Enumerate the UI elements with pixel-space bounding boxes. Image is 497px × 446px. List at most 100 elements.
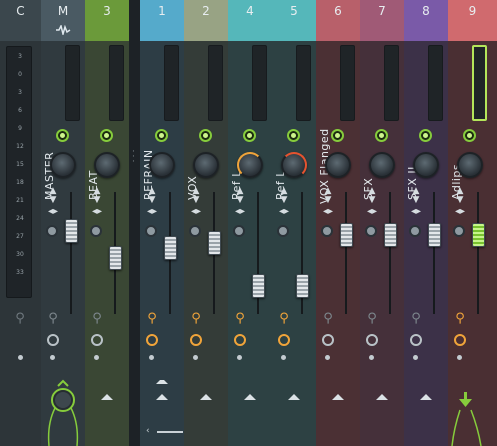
clock-icon[interactable] xyxy=(190,334,202,346)
swap-lr-icon[interactable]: ◂▸ xyxy=(145,206,159,217)
clock-icon[interactable] xyxy=(278,334,290,346)
pan-knob[interactable] xyxy=(369,152,395,178)
record-arm-icon[interactable]: ⚲ xyxy=(365,311,379,326)
record-arm-icon[interactable]: ⚲ xyxy=(145,311,159,326)
strip-dot[interactable] xyxy=(50,355,55,360)
up-arrow-icon[interactable] xyxy=(332,394,344,400)
stereo-separation-icon[interactable]: ▲ ▼ xyxy=(146,187,158,205)
mute-led[interactable] xyxy=(100,129,113,142)
trim-knob[interactable] xyxy=(277,225,289,237)
up-arrow-icon[interactable] xyxy=(200,394,212,400)
volume-fader[interactable] xyxy=(428,223,441,248)
volume-fader[interactable] xyxy=(384,223,397,248)
strip-dot[interactable] xyxy=(18,355,23,360)
strip-dot[interactable] xyxy=(237,355,242,360)
trim-knob[interactable] xyxy=(189,225,201,237)
record-arm-icon[interactable]: ⚲ xyxy=(233,311,247,326)
strip-header[interactable]: 8 xyxy=(404,0,448,41)
record-arm-icon[interactable]: ⚲ xyxy=(409,311,423,326)
stereo-separation-icon[interactable]: ▲ ▼ xyxy=(234,187,246,205)
stereo-separation-icon[interactable]: ▲ ▼ xyxy=(91,187,103,205)
swap-lr-icon[interactable]: ◂▸ xyxy=(189,206,203,217)
pan-knob[interactable] xyxy=(281,152,307,178)
volume-fader[interactable] xyxy=(109,245,122,270)
strip-header[interactable]: 6 xyxy=(316,0,360,41)
mute-led[interactable] xyxy=(419,129,432,142)
up-arrow-icon[interactable] xyxy=(420,394,432,400)
clock-icon[interactable] xyxy=(146,334,158,346)
strip-header[interactable]: 3 xyxy=(85,0,129,41)
record-arm-icon[interactable]: ⚲ xyxy=(13,311,27,326)
up-arrow-small-icon[interactable] xyxy=(156,380,168,384)
volume-fader[interactable] xyxy=(472,223,485,248)
strip-dot[interactable] xyxy=(94,355,99,360)
clock-icon[interactable] xyxy=(410,334,422,346)
trim-knob[interactable] xyxy=(90,225,102,237)
mute-led[interactable] xyxy=(375,129,388,142)
record-arm-icon[interactable]: ⚲ xyxy=(189,311,203,326)
strip-dot[interactable] xyxy=(193,355,198,360)
record-arm-icon[interactable]: ⚲ xyxy=(453,311,467,326)
trim-knob[interactable] xyxy=(46,225,58,237)
stereo-separation-icon[interactable]: ▲ ▼ xyxy=(190,187,202,205)
volume-fader[interactable] xyxy=(65,218,78,243)
record-arm-icon[interactable]: ⚲ xyxy=(90,311,104,326)
up-arrow-icon[interactable] xyxy=(101,394,113,400)
swap-lr-icon[interactable]: ◂▸ xyxy=(233,206,247,217)
strip-header[interactable]: 2 xyxy=(184,0,228,41)
clock-icon[interactable] xyxy=(91,334,103,346)
pan-knob[interactable] xyxy=(149,152,175,178)
strip-header[interactable]: 9 xyxy=(448,0,497,41)
strip-header[interactable]: M xyxy=(41,0,85,41)
trim-knob[interactable] xyxy=(145,225,157,237)
swap-lr-icon[interactable]: ◂▸ xyxy=(409,206,423,217)
up-arrow-icon[interactable] xyxy=(288,394,300,400)
pan-knob[interactable] xyxy=(193,152,219,178)
up-arrow-icon[interactable] xyxy=(244,394,256,400)
strip-header[interactable]: C xyxy=(0,0,41,41)
mute-led[interactable] xyxy=(331,129,344,142)
pan-knob[interactable] xyxy=(457,152,483,178)
clock-icon[interactable] xyxy=(234,334,246,346)
strip-dot[interactable] xyxy=(457,355,462,360)
resize-grip-icon[interactable]: · · · xyxy=(132,148,135,167)
pan-knob[interactable] xyxy=(94,152,120,178)
strip-dot[interactable] xyxy=(281,355,286,360)
clock-icon[interactable] xyxy=(454,334,466,346)
stereo-separation-icon[interactable]: ▲ ▼ xyxy=(322,187,334,205)
mute-led[interactable] xyxy=(199,129,212,142)
pan-knob[interactable] xyxy=(325,152,351,178)
mute-led[interactable] xyxy=(56,129,69,142)
strip-header[interactable]: 7 xyxy=(360,0,404,41)
swap-lr-icon[interactable]: ◂▸ xyxy=(46,206,60,217)
stereo-separation-icon[interactable]: ▲ ▼ xyxy=(410,187,422,205)
swap-lr-icon[interactable]: ◂▸ xyxy=(277,206,291,217)
trim-knob[interactable] xyxy=(365,225,377,237)
mute-led[interactable] xyxy=(463,129,476,142)
strip-dot[interactable] xyxy=(149,355,154,360)
up-arrow-icon[interactable] xyxy=(156,394,168,400)
pan-knob[interactable] xyxy=(50,152,76,178)
strip-header[interactable]: 4 xyxy=(228,0,272,41)
pan-knob[interactable] xyxy=(413,152,439,178)
swap-lr-icon[interactable]: ◂▸ xyxy=(365,206,379,217)
swap-lr-icon[interactable]: ◂▸ xyxy=(90,206,104,217)
trim-knob[interactable] xyxy=(321,225,333,237)
clock-icon[interactable] xyxy=(47,334,59,346)
mute-led[interactable] xyxy=(287,129,300,142)
strip-header[interactable]: 1 xyxy=(140,0,184,41)
volume-fader[interactable] xyxy=(252,274,265,298)
record-arm-icon[interactable]: ⚲ xyxy=(277,311,291,326)
record-arm-icon[interactable]: ⚲ xyxy=(46,311,60,326)
trim-knob[interactable] xyxy=(453,225,465,237)
swap-lr-icon[interactable]: ◂▸ xyxy=(453,206,467,217)
mute-led[interactable] xyxy=(243,129,256,142)
stereo-separation-icon[interactable]: ▲ ▼ xyxy=(366,187,378,205)
strip-dot[interactable] xyxy=(369,355,374,360)
pan-knob[interactable] xyxy=(237,152,263,178)
strip-dot[interactable] xyxy=(413,355,418,360)
route-arrow-icon[interactable] xyxy=(448,390,497,446)
stereo-separation-icon[interactable]: ▲ ▼ xyxy=(454,187,466,205)
volume-fader[interactable] xyxy=(296,274,309,298)
volume-fader[interactable] xyxy=(340,223,353,248)
